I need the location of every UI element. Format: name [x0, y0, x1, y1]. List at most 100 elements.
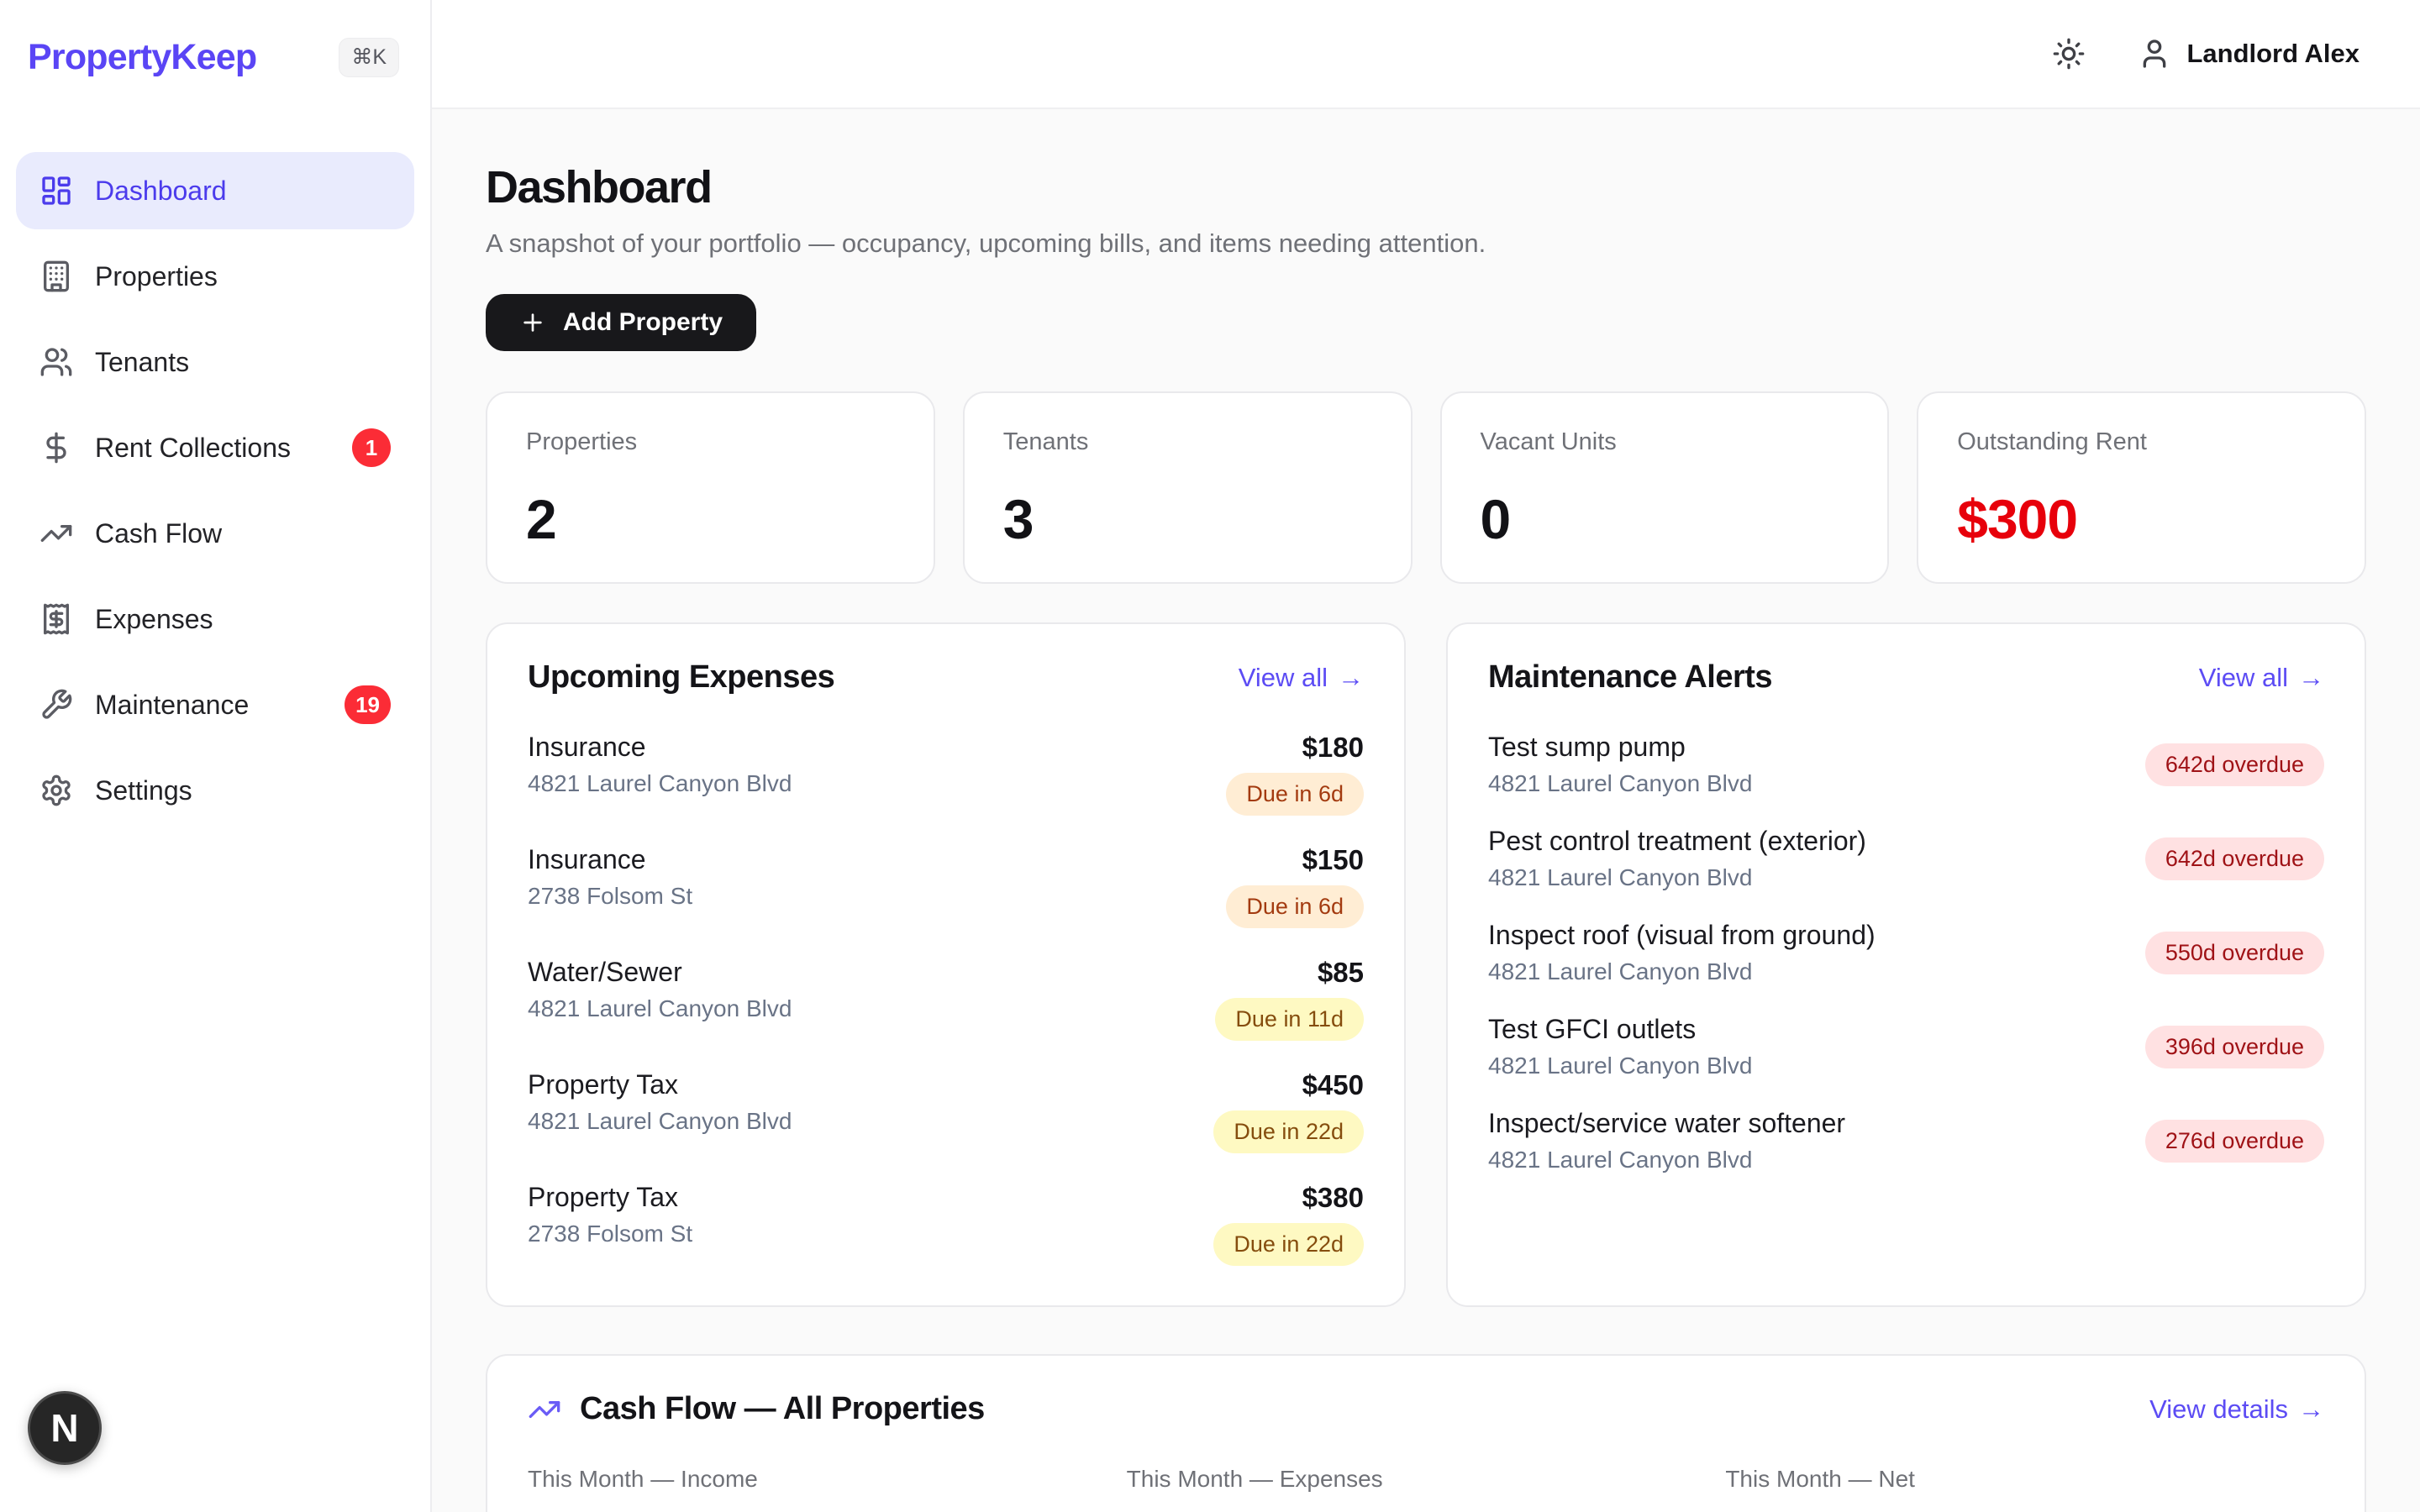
nextjs-dev-badge[interactable]: N	[28, 1391, 102, 1465]
alert-address: 4821 Laurel Canyon Blvd	[1488, 1053, 1752, 1079]
overdue-badge: 642d overdue	[2145, 837, 2324, 880]
panel-title: Maintenance Alerts	[1488, 659, 1772, 696]
cash-flow-metrics: This Month — Income $2,700 This Month — …	[528, 1466, 2324, 1512]
metric-label: This Month — Income	[528, 1466, 1127, 1493]
sidebar-item-maintenance[interactable]: Maintenance 19	[16, 666, 414, 743]
maintenance-badge: 19	[345, 685, 391, 724]
alert-address: 4821 Laurel Canyon Blvd	[1488, 1147, 1845, 1173]
alert-info: Inspect roof (visual from ground) 4821 L…	[1488, 920, 1876, 985]
alert-name: Pest control treatment (exterior)	[1488, 826, 1866, 857]
expense-name: Insurance	[528, 732, 792, 763]
cash-flow-metric: This Month — Income $2,700	[528, 1466, 1127, 1512]
expense-info: Property Tax 4821 Laurel Canyon Blvd	[528, 1069, 792, 1153]
alert-address: 4821 Laurel Canyon Blvd	[1488, 958, 1876, 985]
sidebar-item-rent-collections[interactable]: Rent Collections 1	[16, 409, 414, 486]
overdue-badge: 550d overdue	[2145, 932, 2324, 974]
expense-row: Insurance 2738 Folsom St $150 Due in 6d	[528, 830, 1364, 942]
expenses-view-all-link[interactable]: View all →	[1239, 663, 1364, 693]
due-badge: Due in 22d	[1213, 1110, 1364, 1153]
expense-amount: $380	[1302, 1182, 1364, 1214]
sidebar-item-properties[interactable]: Properties	[16, 238, 414, 315]
expense-info: Insurance 4821 Laurel Canyon Blvd	[528, 732, 792, 816]
stat-card-outstanding-rent: Outstanding Rent $300	[1917, 391, 2366, 584]
sidebar-item-label: Expenses	[95, 604, 213, 635]
add-property-button[interactable]: Add Property	[486, 294, 756, 351]
expense-amount-block: $150 Due in 6d	[1226, 844, 1364, 928]
topbar: Landlord Alex	[432, 0, 2420, 109]
link-label: View all	[2199, 663, 2288, 693]
cash-flow-panel: Cash Flow — All Properties View details …	[486, 1354, 2366, 1512]
user-name: Landlord Alex	[2186, 39, 2360, 69]
expense-name: Water/Sewer	[528, 957, 792, 988]
upcoming-expenses-panel: Upcoming Expenses View all → Insurance 4…	[486, 622, 1406, 1307]
trending-up-icon	[39, 517, 73, 550]
sidebar-item-label: Settings	[95, 775, 192, 806]
layout-dashboard-icon	[39, 174, 73, 207]
expense-amount: $85	[1318, 957, 1364, 989]
stat-label: Properties	[526, 428, 895, 456]
due-badge: Due in 6d	[1226, 773, 1364, 816]
expense-row: Property Tax 2738 Folsom St $380 Due in …	[528, 1168, 1364, 1280]
link-label: View details	[2149, 1394, 2288, 1425]
metric-label: This Month — Net	[1725, 1466, 2324, 1493]
sidebar-item-tenants[interactable]: Tenants	[16, 323, 414, 401]
expense-amount: $180	[1302, 732, 1364, 764]
expense-info: Water/Sewer 4821 Laurel Canyon Blvd	[528, 957, 792, 1041]
sidebar-item-cash-flow[interactable]: Cash Flow	[16, 495, 414, 572]
overdue-badge: 276d overdue	[2145, 1120, 2324, 1163]
panel-title: Cash Flow — All Properties	[580, 1391, 985, 1427]
plus-icon	[519, 309, 546, 336]
sidebar-item-label: Cash Flow	[95, 518, 222, 549]
alert-info: Test GFCI outlets 4821 Laurel Canyon Blv…	[1488, 1014, 1752, 1079]
alert-row: Inspect roof (visual from ground) 4821 L…	[1488, 906, 2324, 1000]
sun-icon	[2052, 37, 2086, 71]
alert-row: Test sump pump 4821 Laurel Canyon Blvd 6…	[1488, 717, 2324, 811]
expense-row: Water/Sewer 4821 Laurel Canyon Blvd $85 …	[528, 942, 1364, 1055]
alerts-list: Test sump pump 4821 Laurel Canyon Blvd 6…	[1488, 717, 2324, 1188]
expense-name: Property Tax	[528, 1182, 692, 1213]
cash-flow-view-details-link[interactable]: View details →	[2149, 1394, 2324, 1425]
link-label: View all	[1239, 663, 1328, 693]
alerts-view-all-link[interactable]: View all →	[2199, 663, 2324, 693]
expense-amount: $450	[1302, 1069, 1364, 1101]
stat-card-properties: Properties 2	[486, 391, 935, 584]
sidebar-item-expenses[interactable]: Expenses	[16, 580, 414, 658]
expense-amount-block: $380 Due in 22d	[1213, 1182, 1364, 1266]
expense-name: Insurance	[528, 844, 692, 875]
stat-value: 0	[1481, 491, 1849, 547]
stat-label: Vacant Units	[1481, 428, 1849, 456]
sidebar-item-settings[interactable]: Settings	[16, 752, 414, 829]
alert-name: Test GFCI outlets	[1488, 1014, 1752, 1045]
users-icon	[39, 345, 73, 379]
stat-card-tenants: Tenants 3	[963, 391, 1413, 584]
sidebar-item-dashboard[interactable]: Dashboard	[16, 152, 414, 229]
expenses-list: Insurance 4821 Laurel Canyon Blvd $180 D…	[528, 717, 1364, 1280]
sidebar-nav: Dashboard Properties Tenants Rent Collec…	[16, 152, 414, 829]
sidebar-item-label: Maintenance	[95, 690, 249, 721]
overdue-badge: 396d overdue	[2145, 1026, 2324, 1068]
trending-up-icon	[528, 1393, 561, 1426]
alert-info: Test sump pump 4821 Laurel Canyon Blvd	[1488, 732, 1752, 797]
stat-label: Tenants	[1003, 428, 1372, 456]
panel-header: Upcoming Expenses View all →	[528, 659, 1364, 696]
brand-logo: PropertyKeep	[28, 37, 256, 78]
alert-info: Inspect/service water softener 4821 Laur…	[1488, 1108, 1845, 1173]
sidebar-item-label: Tenants	[95, 347, 189, 378]
alert-address: 4821 Laurel Canyon Blvd	[1488, 864, 1866, 891]
page-subtitle: A snapshot of your portfolio — occupancy…	[486, 228, 2366, 259]
dollar-sign-icon	[39, 431, 73, 465]
stat-card-vacant-units: Vacant Units 0	[1440, 391, 1890, 584]
alert-row: Test GFCI outlets 4821 Laurel Canyon Blv…	[1488, 1000, 2324, 1094]
expense-info: Insurance 2738 Folsom St	[528, 844, 692, 928]
theme-toggle-button[interactable]	[2050, 35, 2087, 72]
alert-row: Inspect/service water softener 4821 Laur…	[1488, 1094, 2324, 1188]
user-menu[interactable]: Landlord Alex	[2138, 37, 2360, 71]
due-badge: Due in 22d	[1213, 1223, 1364, 1266]
cash-flow-title-wrap: Cash Flow — All Properties	[528, 1391, 985, 1427]
panels-row: Upcoming Expenses View all → Insurance 4…	[486, 622, 2366, 1307]
sidebar: PropertyKeep ⌘K Dashboard Properties Ten…	[0, 0, 432, 1512]
command-palette-shortcut[interactable]: ⌘K	[339, 38, 399, 77]
panel-header: Cash Flow — All Properties View details …	[528, 1391, 2324, 1427]
cash-flow-metric: This Month — Expenses $1,365	[1127, 1466, 1726, 1512]
arrow-right-icon: →	[1338, 663, 1364, 693]
